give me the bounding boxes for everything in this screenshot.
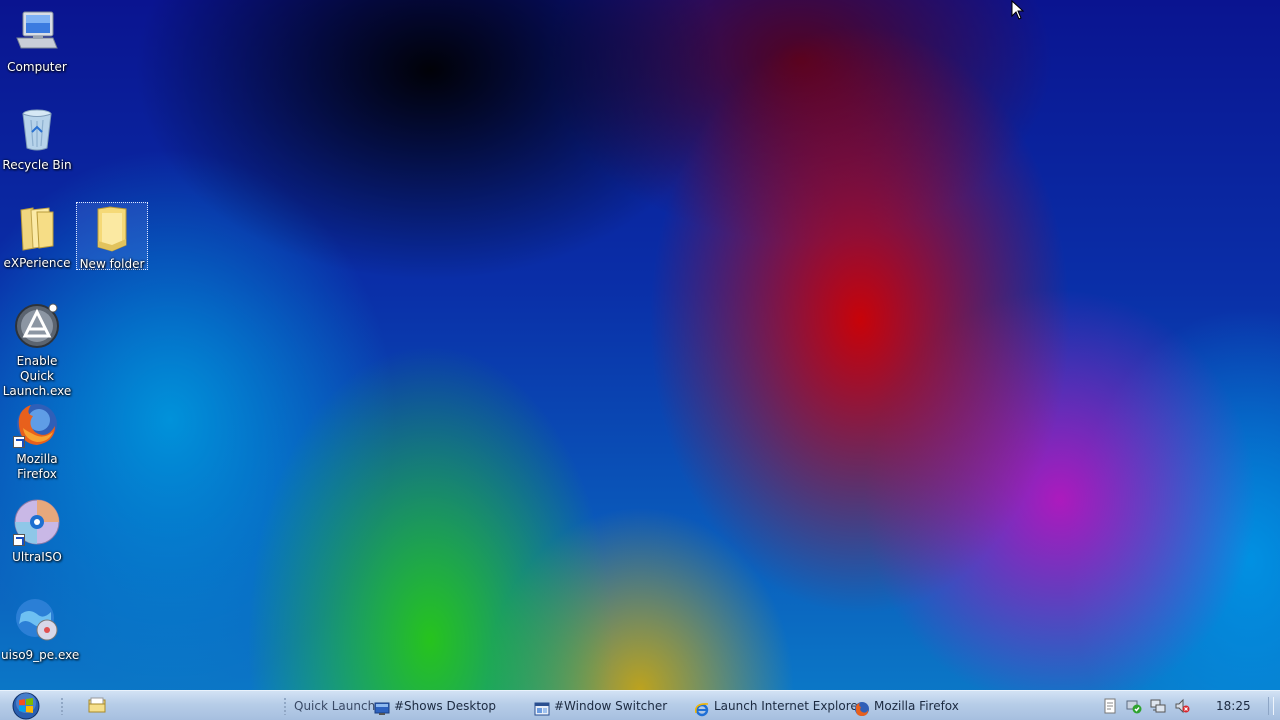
desktop-wallpaper bbox=[0, 0, 1280, 720]
desktop-icon-computer[interactable]: Computer bbox=[1, 8, 73, 75]
mouse-cursor-icon bbox=[1011, 0, 1025, 20]
firefox-icon bbox=[13, 400, 61, 448]
shortcut-arrow-icon bbox=[13, 436, 25, 448]
desktop-icon-label: Computer bbox=[7, 60, 67, 74]
taskbar-button-label: Mozilla Firefox bbox=[874, 699, 959, 713]
window-switcher-icon bbox=[534, 698, 550, 715]
desktop-icon-recycle-bin[interactable]: Recycle Bin bbox=[1, 106, 73, 173]
recycle-bin-icon bbox=[13, 106, 61, 154]
network-icon bbox=[1150, 699, 1166, 713]
uiso-installer-icon bbox=[13, 596, 61, 644]
tray-network-button[interactable] bbox=[1150, 698, 1166, 714]
taskbar: Quick Launch #Shows Desktop #Window Swit… bbox=[0, 690, 1280, 720]
show-desktop-edge-button[interactable] bbox=[1268, 697, 1274, 715]
quick-launch-toolbar-label[interactable]: Quick Launch bbox=[294, 691, 375, 720]
desktop-icon-label: eXPerience bbox=[3, 256, 71, 270]
desktop-icon-experience-folder[interactable]: eXPerience bbox=[1, 204, 73, 271]
taskbar-button-label: #Shows Desktop bbox=[394, 699, 496, 713]
desktop-icon-label: Recycle Bin bbox=[2, 158, 72, 172]
quick-launch-folder-button[interactable] bbox=[88, 697, 106, 713]
start-button[interactable] bbox=[9, 692, 43, 720]
taskbar-button-window-switcher[interactable]: #Window Switcher bbox=[534, 691, 667, 720]
firefox-icon bbox=[854, 698, 870, 716]
taskbar-button-label: Launch Internet Explore... bbox=[714, 699, 870, 713]
tray-notes-button[interactable] bbox=[1102, 698, 1118, 714]
desktop-icon-label: UltraISO bbox=[12, 550, 62, 564]
desktop-icon-uiso9-pe[interactable]: uiso9_pe.exe bbox=[1, 596, 80, 663]
taskbar-grip[interactable] bbox=[283, 697, 287, 715]
tray-volume-button[interactable] bbox=[1174, 698, 1190, 714]
taskbar-button-mozilla-firefox[interactable]: Mozilla Firefox bbox=[854, 691, 959, 720]
shortcut-arrow-icon bbox=[13, 534, 25, 546]
internet-explorer-icon bbox=[694, 698, 710, 716]
desktop-icon-mozilla-firefox[interactable]: Mozilla Firefox bbox=[1, 400, 73, 482]
desktop-icon-label: Enable Quick Launch.exe bbox=[2, 354, 72, 398]
folder-icon bbox=[88, 205, 136, 253]
ultraiso-disc-icon bbox=[13, 498, 61, 546]
notes-icon bbox=[1104, 698, 1116, 714]
desktop-icon-label: uiso9_pe.exe bbox=[1, 648, 80, 662]
taskbar-button-internet-explorer[interactable]: Launch Internet Explore... bbox=[694, 691, 869, 720]
taskbar-clock[interactable]: 18:25 bbox=[1216, 691, 1251, 720]
desktop-icon-enable-quick-launch[interactable]: Enable Quick Launch.exe bbox=[1, 302, 73, 399]
folder-icon bbox=[13, 204, 61, 252]
tray-security-button[interactable] bbox=[1126, 698, 1142, 714]
volume-muted-icon bbox=[1175, 698, 1190, 714]
desktop-icon-new-folder[interactable]: New folder bbox=[76, 202, 148, 271]
computer-icon bbox=[13, 8, 61, 56]
show-desktop-icon bbox=[374, 698, 390, 715]
app-exe-icon bbox=[13, 302, 61, 350]
desktop-icon-ultraiso[interactable]: UltraISO bbox=[1, 498, 73, 565]
taskbar-grip[interactable] bbox=[60, 697, 64, 715]
desktop-icon-label: Mozilla Firefox bbox=[16, 452, 58, 481]
explorer-folder-icon bbox=[88, 697, 106, 713]
desktop-icon-label: New folder bbox=[79, 257, 145, 271]
windows-start-orb-icon bbox=[12, 692, 40, 720]
taskbar-button-shows-desktop[interactable]: #Shows Desktop bbox=[374, 691, 496, 720]
taskbar-button-label: #Window Switcher bbox=[554, 699, 668, 713]
security-check-icon bbox=[1126, 700, 1142, 714]
